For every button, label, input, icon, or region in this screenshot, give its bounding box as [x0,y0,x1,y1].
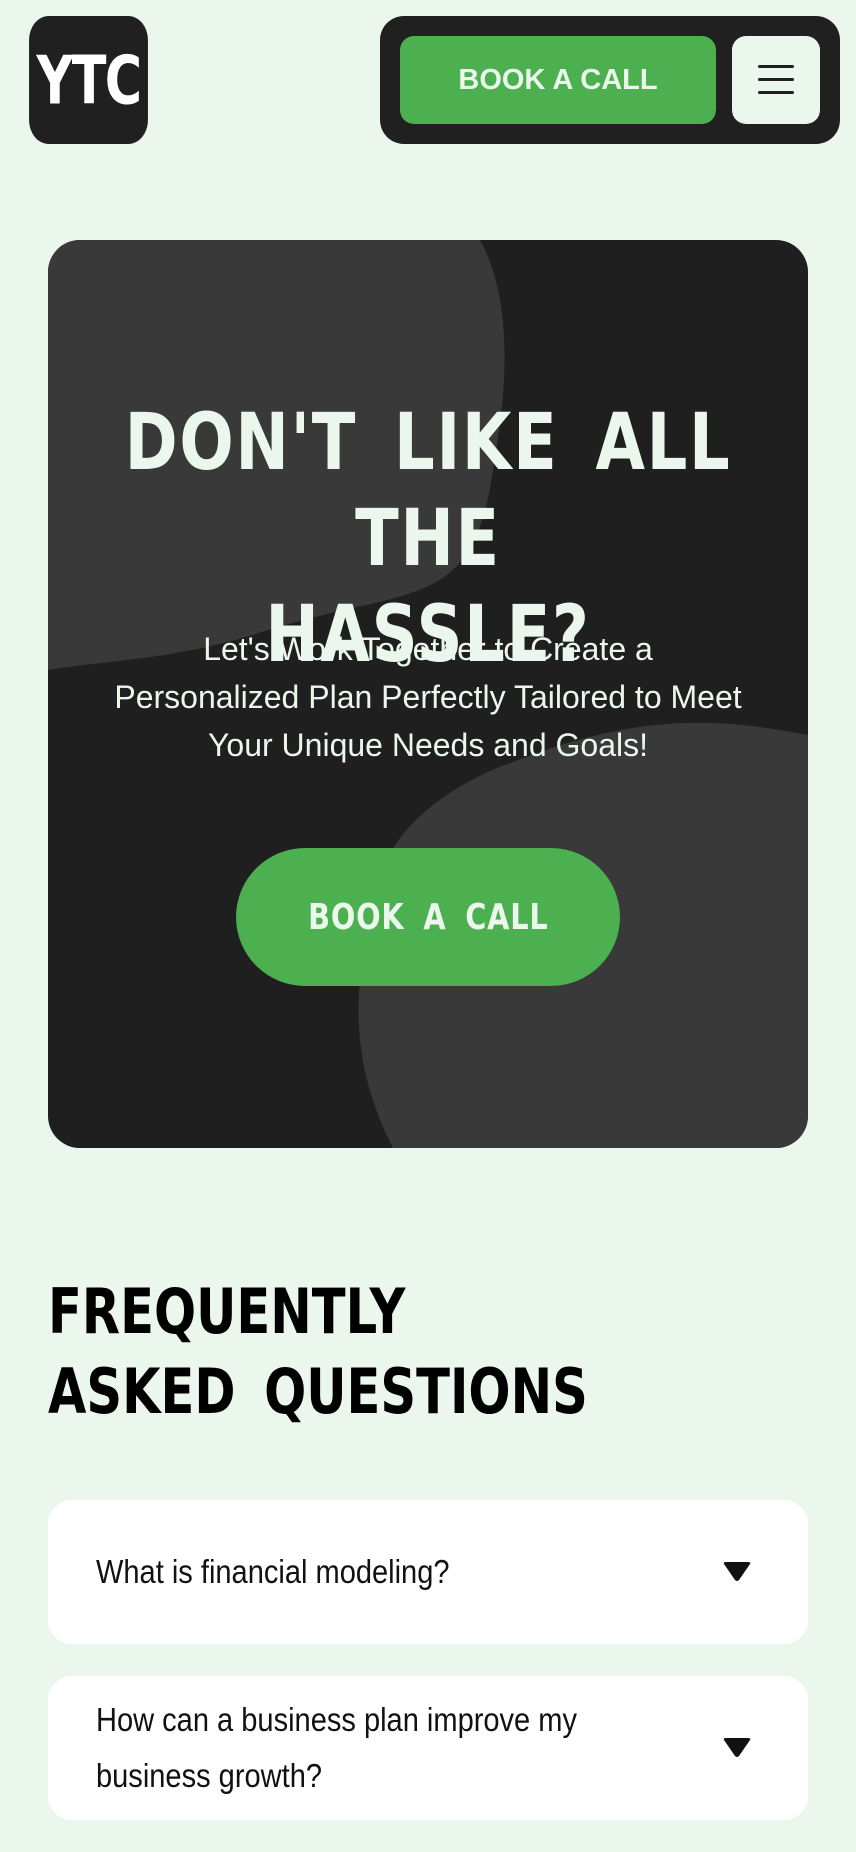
logo[interactable]: YTC [29,16,148,144]
faq-heading: FREQUENTLY ASKED QUESTIONS [48,1272,608,1432]
hero-subtitle: Let's Work Together to Create a Personal… [88,625,768,769]
faq-question: How can a business plan improve my busin… [96,1692,589,1804]
faq-heading-line-2: ASKED QUESTIONS [48,1355,588,1428]
caret-down-icon [723,1562,751,1581]
hero-book-call-button[interactable]: BOOK A CALL [236,848,620,986]
faq-question-line-2: business growth? [96,1757,323,1794]
hero-subtitle-line-3: Your Unique Needs and Goals! [208,727,648,763]
caret-down-icon [723,1738,751,1757]
logo-text: YTC [36,40,143,120]
hero-card: DON'T LIKE ALL THE HASSLE? Let's Work To… [48,240,808,1148]
faq-question: What is financial modeling? [96,1553,450,1590]
faq-question-line-1: How can a business plan improve my [96,1701,578,1738]
hero-subtitle-line-1: Let's Work Together to Create a [203,631,653,667]
menu-button[interactable] [732,36,820,124]
hero-title-line-1: DON'T LIKE ALL THE [124,398,732,584]
hero-subtitle-line-2: Personalized Plan Perfectly Tailored to … [114,679,742,715]
faq-heading-line-1: FREQUENTLY [48,1275,406,1348]
header-book-call-button[interactable]: BOOK A CALL [400,36,716,124]
faq-item[interactable]: How can a business plan improve my busin… [48,1676,808,1820]
hero-book-call-label: BOOK A CALL [307,896,549,938]
header-nav: BOOK A CALL [380,16,840,144]
faq-item[interactable]: What is financial modeling? [48,1500,808,1644]
